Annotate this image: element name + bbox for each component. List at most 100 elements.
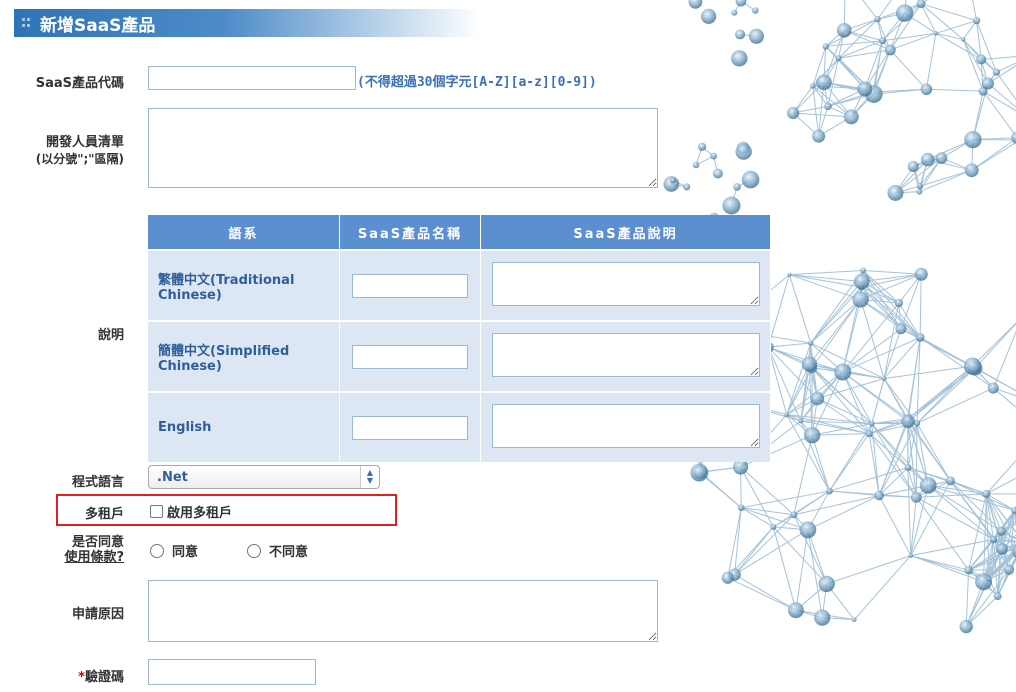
product-desc-textarea-traditional[interactable]: [491, 261, 760, 306]
network-node: [1003, 564, 1015, 575]
network-link: [920, 3, 964, 40]
network-link: [983, 581, 999, 597]
network-link: [983, 578, 990, 583]
network-link: [842, 287, 862, 373]
network-link: [920, 0, 929, 5]
network-link: [910, 555, 984, 583]
network-link: [860, 270, 864, 288]
network-link: [882, 12, 906, 42]
network-link: [873, 49, 891, 95]
network-link: [807, 529, 828, 585]
network-link: [900, 328, 973, 367]
network-node: [737, 504, 745, 512]
network-link: [988, 549, 1016, 580]
network-link: [993, 539, 1010, 571]
product-code-input[interactable]: [148, 66, 356, 90]
disagree-radio[interactable]: [247, 543, 261, 558]
network-link: [862, 270, 902, 330]
network-link: [904, 12, 937, 34]
network-link: [789, 274, 862, 282]
network-link: [910, 485, 929, 556]
network-link: [808, 363, 813, 369]
network-link: [976, 20, 997, 73]
network-node: [865, 429, 873, 438]
network-link: [772, 526, 828, 585]
network-link: [810, 342, 844, 373]
network-link: [793, 514, 828, 585]
product-name-input-simplified[interactable]: [352, 344, 468, 369]
network-link: [872, 91, 875, 95]
network-link: [789, 274, 862, 288]
network-link: [868, 378, 885, 434]
network-link: [907, 423, 918, 468]
developers-textarea[interactable]: [148, 108, 658, 188]
network-link: [983, 510, 1016, 582]
network-link: [919, 157, 942, 187]
network-link: [817, 398, 872, 425]
network-link: [868, 422, 918, 434]
network-link: [895, 191, 920, 194]
multi-tenant-checkbox-row[interactable]: 啟用多租戶: [150, 502, 232, 521]
product-desc-textarea-simplified[interactable]: [491, 332, 760, 377]
network-link: [699, 466, 741, 474]
network-node: [692, 161, 700, 169]
network-node: [964, 130, 982, 149]
network-link: [864, 88, 875, 95]
network-link: [1000, 530, 1016, 540]
network-link: [910, 497, 917, 556]
network-link: [916, 423, 951, 482]
product-name-input-english[interactable]: [352, 415, 468, 440]
network-node: [752, 7, 759, 14]
captcha-input[interactable]: [148, 659, 316, 685]
reason-textarea[interactable]: [148, 580, 658, 642]
network-link: [861, 273, 922, 282]
network-link: [968, 539, 994, 571]
network-link: [823, 30, 845, 83]
network-link: [807, 495, 880, 531]
network-link: [918, 157, 942, 192]
network-node: [874, 16, 881, 23]
network-link: [918, 186, 921, 192]
network-link: [823, 57, 839, 83]
multi-tenant-checkbox[interactable]: [150, 505, 163, 518]
network-link: [965, 595, 999, 627]
network-link: [925, 33, 937, 90]
language-select-value: .Net: [157, 469, 188, 485]
network-link: [983, 548, 1003, 583]
network-node: [964, 565, 973, 575]
network-link: [962, 20, 977, 40]
network-link: [941, 139, 974, 159]
product-desc-textarea-english[interactable]: [491, 403, 760, 448]
network-link: [895, 185, 921, 194]
network-node: [976, 54, 987, 65]
network-link: [988, 548, 1003, 580]
network-link: [918, 0, 922, 4]
agree-radio[interactable]: [150, 543, 164, 558]
network-link: [838, 49, 891, 59]
network-link: [983, 493, 987, 582]
network-link: [817, 398, 870, 434]
network-node: [857, 81, 873, 97]
network-link: [889, 12, 906, 51]
description-label: 說明: [97, 328, 124, 343]
disagree-radio-option[interactable]: 不同意: [247, 541, 308, 560]
network-link: [985, 493, 995, 540]
network-link: [812, 81, 825, 87]
network-node: [735, 0, 747, 7]
network-link: [980, 59, 984, 92]
network-link: [850, 93, 875, 118]
agree-radio-option[interactable]: 同意: [150, 541, 198, 560]
network-link: [864, 49, 891, 90]
network-link: [812, 423, 872, 436]
network-link: [842, 371, 870, 434]
network-link: [907, 420, 918, 424]
network-link: [889, 49, 927, 90]
network-link: [1008, 557, 1016, 571]
product-name-input-traditional[interactable]: [352, 273, 468, 298]
network-link: [907, 367, 976, 422]
network-node: [787, 272, 792, 277]
network-node: [920, 152, 935, 167]
network-link: [879, 484, 929, 496]
language-select[interactable]: .Net ▲ ▼: [148, 465, 380, 489]
network-link: [793, 494, 880, 516]
